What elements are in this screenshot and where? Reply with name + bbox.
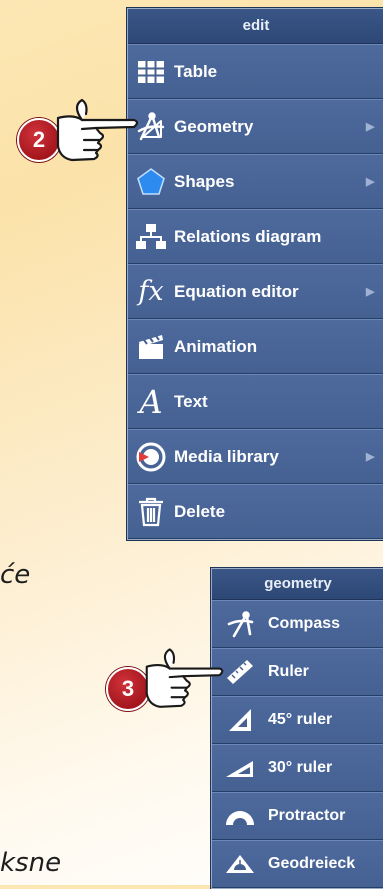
- pentagon-icon: [128, 167, 174, 197]
- org-chart-icon: [128, 223, 174, 251]
- menu-item-label: Protractor: [268, 807, 346, 824]
- menu-item-geometry[interactable]: Geometry ▶: [128, 99, 383, 154]
- geometry-menu: geometry Compass Ruler 45° ruler 30° rul…: [211, 568, 383, 889]
- geometry-menu-title: geometry: [212, 569, 383, 600]
- menu-item-geodreieck[interactable]: Geodreieck: [212, 840, 383, 888]
- menu-item-table[interactable]: Table: [128, 44, 383, 99]
- menu-item-45-ruler[interactable]: 45° ruler: [212, 696, 383, 744]
- set-square-30-icon: [212, 756, 268, 780]
- submenu-arrow-icon: ▶: [366, 176, 375, 188]
- compass-icon: [212, 610, 268, 638]
- trash-icon: [128, 497, 174, 527]
- menu-item-label: Ruler: [268, 663, 309, 680]
- menu-item-label: Geodreieck: [268, 855, 356, 872]
- menu-item-animation[interactable]: Animation: [128, 319, 383, 374]
- submenu-arrow-icon: ▶: [366, 286, 375, 298]
- menu-item-media-library[interactable]: Media library ▶: [128, 429, 383, 484]
- pointing-hand-icon: [56, 98, 139, 162]
- menu-item-30-ruler[interactable]: 30° ruler: [212, 744, 383, 792]
- menu-item-protractor[interactable]: Protractor: [212, 792, 383, 840]
- pointing-hand-icon: [145, 648, 224, 708]
- menu-item-label: Shapes: [174, 171, 235, 191]
- menu-item-label: Equation editor: [174, 281, 299, 301]
- menu-item-label: Table: [174, 61, 218, 81]
- menu-item-label: Relations diagram: [174, 226, 322, 246]
- menu-item-label: Animation: [174, 336, 258, 356]
- menu-item-label: Text: [174, 391, 208, 411]
- menu-item-shapes[interactable]: Shapes ▶: [128, 154, 383, 209]
- protractor-icon: [212, 805, 268, 827]
- edit-menu-title: edit: [128, 9, 383, 44]
- fx-icon: fx: [138, 276, 164, 307]
- menu-item-text[interactable]: A Text: [128, 374, 383, 429]
- menu-item-label: Delete: [174, 501, 226, 521]
- menu-item-label: Compass: [268, 615, 341, 632]
- submenu-arrow-icon: ▶: [366, 121, 375, 133]
- menu-item-label: 30° ruler: [268, 759, 333, 776]
- background-text-fragment-1: će: [0, 560, 31, 590]
- menu-item-label: 45° ruler: [268, 711, 333, 728]
- menu-item-equation-editor[interactable]: fx Equation editor ▶: [128, 264, 383, 319]
- table-icon: [128, 59, 174, 85]
- text-a-icon: A: [139, 382, 163, 421]
- menu-item-ruler[interactable]: Ruler: [212, 648, 383, 696]
- submenu-arrow-icon: ▶: [366, 451, 375, 463]
- background-text-fragment-2: ksne: [0, 848, 62, 878]
- menu-item-label: Geometry: [174, 116, 254, 136]
- menu-item-delete[interactable]: Delete: [128, 484, 383, 539]
- menu-item-label: Media library: [174, 446, 279, 466]
- edit-menu: edit Table Geometry ▶ Shapes ▶ Relations…: [127, 8, 383, 540]
- menu-item-relations-diagram[interactable]: Relations diagram: [128, 209, 383, 264]
- media-icon: [128, 441, 174, 473]
- clapperboard-icon: [128, 333, 174, 361]
- geodreieck-icon: [212, 852, 268, 876]
- menu-item-compass[interactable]: Compass: [212, 600, 383, 648]
